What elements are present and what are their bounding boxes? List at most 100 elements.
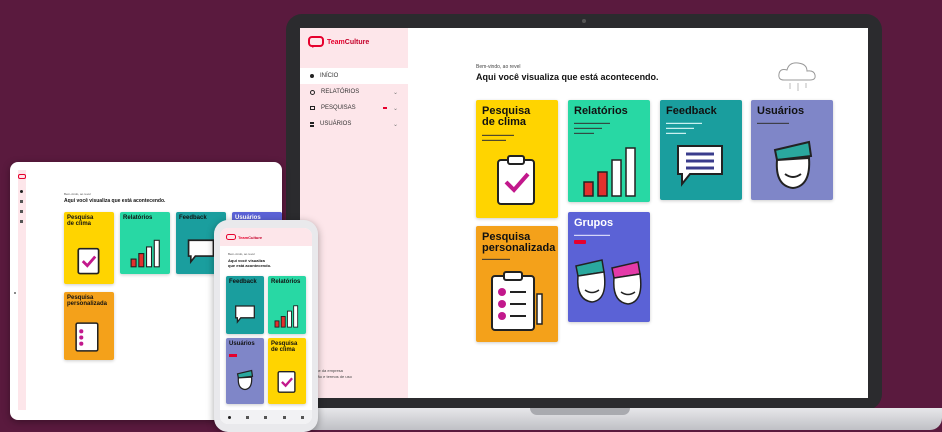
- card-title: Pesquisa personalizada: [482, 231, 556, 254]
- card-usuarios[interactable]: Usuários: [226, 338, 264, 404]
- page-subtitle: Aqui você visualiza que está acontecendo…: [228, 258, 272, 268]
- users-icon[interactable]: [20, 220, 23, 223]
- card-pesquisa-personalizada[interactable]: Pesquisa personalizada ▬▬▬▬▬▬▬: [476, 226, 558, 342]
- home-icon: [310, 74, 314, 78]
- chat-bubble-icon: [677, 145, 723, 187]
- card-pesquisa-personalizada[interactable]: Pesquisa personalizada: [64, 292, 114, 360]
- card-relatorios[interactable]: Relatórios: [268, 276, 306, 334]
- laptop-notch: [530, 408, 630, 415]
- chevron-down-icon: ⌄: [392, 89, 398, 96]
- card-relatorios[interactable]: Relatórios: [120, 212, 170, 274]
- sidebar-item-pesquisas[interactable]: PESQUISAS ⌄: [300, 100, 408, 116]
- phone-header: Team Culture: [220, 228, 312, 246]
- surveys-icon[interactable]: [20, 210, 23, 213]
- users-icon: [310, 121, 314, 127]
- card-pesquisa-clima[interactable]: Pesquisa de clima: [64, 212, 114, 284]
- main-content: Bem-vindo, ao revel Aqui você visualiza …: [408, 28, 868, 398]
- group-faces-icon: [575, 259, 642, 305]
- card-usuarios[interactable]: Usuários ▬▬▬▬▬▬▬▬: [751, 100, 833, 200]
- greeting: Bem-vindo, ao revel: [64, 192, 91, 196]
- chat-bubble-icon: [235, 305, 255, 324]
- clipboard-check-icon: [77, 247, 100, 275]
- card-description: ▬▬▬▬▬▬▬▬ ▬▬▬▬▬▬: [482, 132, 514, 142]
- brand-name-a: Team: [327, 38, 345, 46]
- card-relatorios[interactable]: Relatórios ▬▬▬▬▬▬▬▬▬ ▬▬▬▬▬▬▬ ▬▬▬▬▬: [568, 100, 650, 202]
- phone-device: Team Culture Bem-vindo, ao revel Aqui voc…: [214, 220, 318, 432]
- brand-name-a: Team: [238, 235, 249, 240]
- checklist-icon: [75, 322, 99, 352]
- card-title: Relatórios: [271, 279, 301, 285]
- user-face-icon: [773, 140, 813, 190]
- card-description: ▬▬▬▬▬▬▬▬▬: [574, 232, 610, 237]
- chat-bubble-icon: [187, 239, 215, 264]
- card-pesquisa-clima[interactable]: Pesquisa de clima ▬▬▬▬▬▬▬▬ ▬▬▬▬▬▬: [476, 100, 558, 218]
- sidebar-item-label: USUÁRIOS: [320, 121, 352, 127]
- card-title: Usuários: [757, 105, 805, 117]
- tablet-camera: [14, 292, 16, 294]
- card-title: Pesquisa de clima: [67, 215, 94, 227]
- card-title: Usuários: [229, 341, 255, 347]
- logo-icon: [226, 234, 236, 240]
- card-description: ▬▬▬▬▬▬▬▬▬ ▬▬▬▬▬▬▬ ▬▬▬▬▬: [574, 120, 610, 135]
- laptop-device: Team Culture INÍCIO RELATÓRIOS ⌄ PESQUISA…: [286, 14, 882, 410]
- bar-chart-icon: [274, 305, 299, 328]
- clipboard-check-icon: [277, 371, 296, 393]
- home-icon[interactable]: [20, 190, 23, 193]
- card-feedback[interactable]: Feedback ▬▬▬▬▬▬▬▬▬ ▬▬▬▬▬▬▬ ▬▬▬▬▬: [660, 100, 742, 200]
- brand-logo[interactable]: Team Culture: [226, 234, 262, 241]
- cloud-icon: [778, 62, 816, 91]
- logo-icon: [18, 174, 26, 179]
- sidebar-item-label: PESQUISAS: [321, 105, 356, 111]
- card-grupos[interactable]: Grupos ▬▬▬▬▬▬▬▬▬: [568, 212, 650, 322]
- card-title: Relatórios: [123, 215, 153, 221]
- card-title: Feedback: [666, 105, 717, 117]
- bar-chart-icon: [583, 147, 636, 197]
- sidebar-item-relatorios[interactable]: RELATÓRIOS ⌄: [300, 84, 408, 100]
- greeting: Bem-vindo, ao revel: [476, 64, 521, 70]
- laptop-camera: [582, 19, 586, 23]
- card-title: Grupos: [574, 217, 614, 229]
- card-description: ▬▬▬▬▬▬▬: [482, 256, 510, 261]
- clipboard-check-icon: [497, 155, 535, 205]
- card-title: Pesquisa de clima: [271, 341, 298, 353]
- users-icon[interactable]: [282, 415, 286, 419]
- brand-logo[interactable]: Team Culture: [308, 36, 369, 48]
- card-title: Feedback: [229, 279, 257, 285]
- reports-icon: [310, 89, 315, 95]
- reports-icon[interactable]: [246, 415, 250, 419]
- card-title: Feedback: [179, 215, 207, 221]
- phone-bottom-nav: [220, 410, 312, 424]
- brand-name-b: Culture: [248, 235, 263, 240]
- home-icon[interactable]: [227, 415, 231, 419]
- page-subtitle: Aqui você visualiza que está acontecendo…: [476, 72, 659, 82]
- sidebar-item-label: RELATÓRIOS: [321, 89, 360, 95]
- surveys-icon[interactable]: [264, 415, 268, 419]
- menu-icon[interactable]: [301, 415, 305, 419]
- sidebar-item-usuarios[interactable]: USUÁRIOS ⌄: [300, 116, 408, 132]
- card-feedback[interactable]: Feedback: [226, 276, 264, 334]
- laptop-screen: Team Culture INÍCIO RELATÓRIOS ⌄ PESQUISA…: [300, 28, 868, 398]
- status-badge: [574, 240, 586, 244]
- card-title: Relatórios: [574, 105, 628, 117]
- sidebar-menu: INÍCIO RELATÓRIOS ⌄ PESQUISAS ⌄ USUÁRIOS…: [300, 68, 408, 132]
- card-description: ▬▬▬▬▬▬▬▬▬ ▬▬▬▬▬▬▬ ▬▬▬▬▬: [666, 120, 702, 135]
- user-face-icon: [236, 369, 254, 391]
- chevron-down-icon: ⌄: [392, 121, 398, 128]
- card-pesquisa-clima[interactable]: Pesquisa de clima: [268, 338, 306, 404]
- sidebar-item-label: INÍCIO: [320, 73, 339, 79]
- page-subtitle: Aqui você visualiza que está acontecendo…: [64, 198, 166, 204]
- card-title: Pesquisa personalizada: [67, 295, 108, 307]
- chevron-down-icon: ⌄: [392, 105, 398, 112]
- bar-chart-icon: [130, 239, 160, 268]
- greeting: Bem-vindo, ao revel: [228, 252, 255, 256]
- status-badge: [229, 354, 237, 357]
- sidebar-item-inicio[interactable]: INÍCIO: [300, 68, 408, 84]
- surveys-icon: [310, 106, 315, 110]
- notification-badge: [382, 107, 387, 109]
- logo-icon: [308, 36, 324, 48]
- card-description: ▬▬▬▬▬▬▬▬: [757, 120, 789, 125]
- checklist-icon: [491, 271, 543, 331]
- reports-icon[interactable]: [20, 200, 23, 203]
- tablet-sidebar: [18, 170, 26, 410]
- card-title: Pesquisa de clima: [482, 105, 531, 128]
